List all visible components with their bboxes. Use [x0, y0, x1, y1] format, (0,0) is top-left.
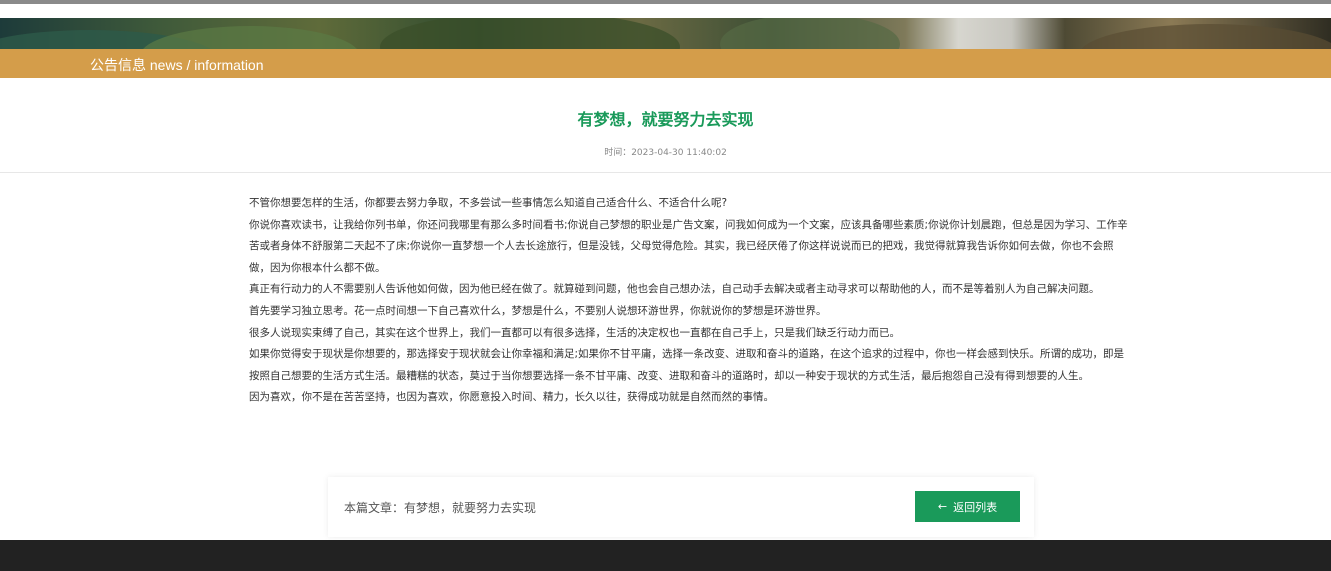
article-footer-card: 本篇文章：有梦想，就要努力去实现 ← 返回列表 — [328, 477, 1034, 537]
back-to-list-button[interactable]: ← 返回列表 — [915, 491, 1020, 522]
paragraph: 如果你觉得安于现状是你想要的，那选择安于现状就会让你幸福和满足;如果你不甘平庸，… — [249, 348, 1125, 382]
banner-image — [0, 18, 1331, 49]
arrow-left-icon: ← — [937, 500, 948, 513]
paragraph: 首先要学习独立思考。花一点时间想一下自己喜欢什么，梦想是什么，不要别人说想环游世… — [249, 304, 827, 317]
back-to-list-label: 返回列表 — [953, 500, 998, 514]
paragraph: 你说你喜欢读书，让我给你列书单，你还问我哪里有那么多时间看书;你说自己梦想的职业… — [249, 218, 1128, 274]
paragraph: 因为喜欢，你不是在苦苦坚持，也因为喜欢，你愿意投入时间、精力，长久以往，获得成功… — [249, 391, 774, 404]
paragraph: 很多人说现实束缚了自己，其实在这个世界上，我们一直都可以有很多选择，生活的决定权… — [249, 326, 900, 339]
top-gap — [0, 4, 1331, 18]
article-time: 时间：2023-04-30 11:40:02 — [604, 148, 727, 158]
category-bar: 公告信息 news / information — [0, 49, 1331, 78]
category-label: 公告信息 news / information — [90, 57, 264, 73]
article-header: 有梦想，就要努力去实现 时间：2023-04-30 11:40:02 — [0, 78, 1331, 173]
site-footer — [0, 540, 1331, 571]
paragraph: 不管你想要怎样的生活，你都要去努力争取，不多尝试一些事情怎么知道自己适合什么、不… — [249, 197, 728, 209]
paragraph: 真正有行动力的人不需要别人告诉他如何做，因为他已经在做了。就算碰到问题，他也会自… — [249, 283, 1100, 296]
current-article-label: 本篇文章：有梦想，就要努力去实现 — [344, 501, 537, 515]
article-title: 有梦想，就要努力去实现 — [577, 110, 754, 129]
article-body: 不管你想要怎样的生活，你都要去努力争取，不多尝试一些事情怎么知道自己适合什么、不… — [249, 193, 1129, 409]
